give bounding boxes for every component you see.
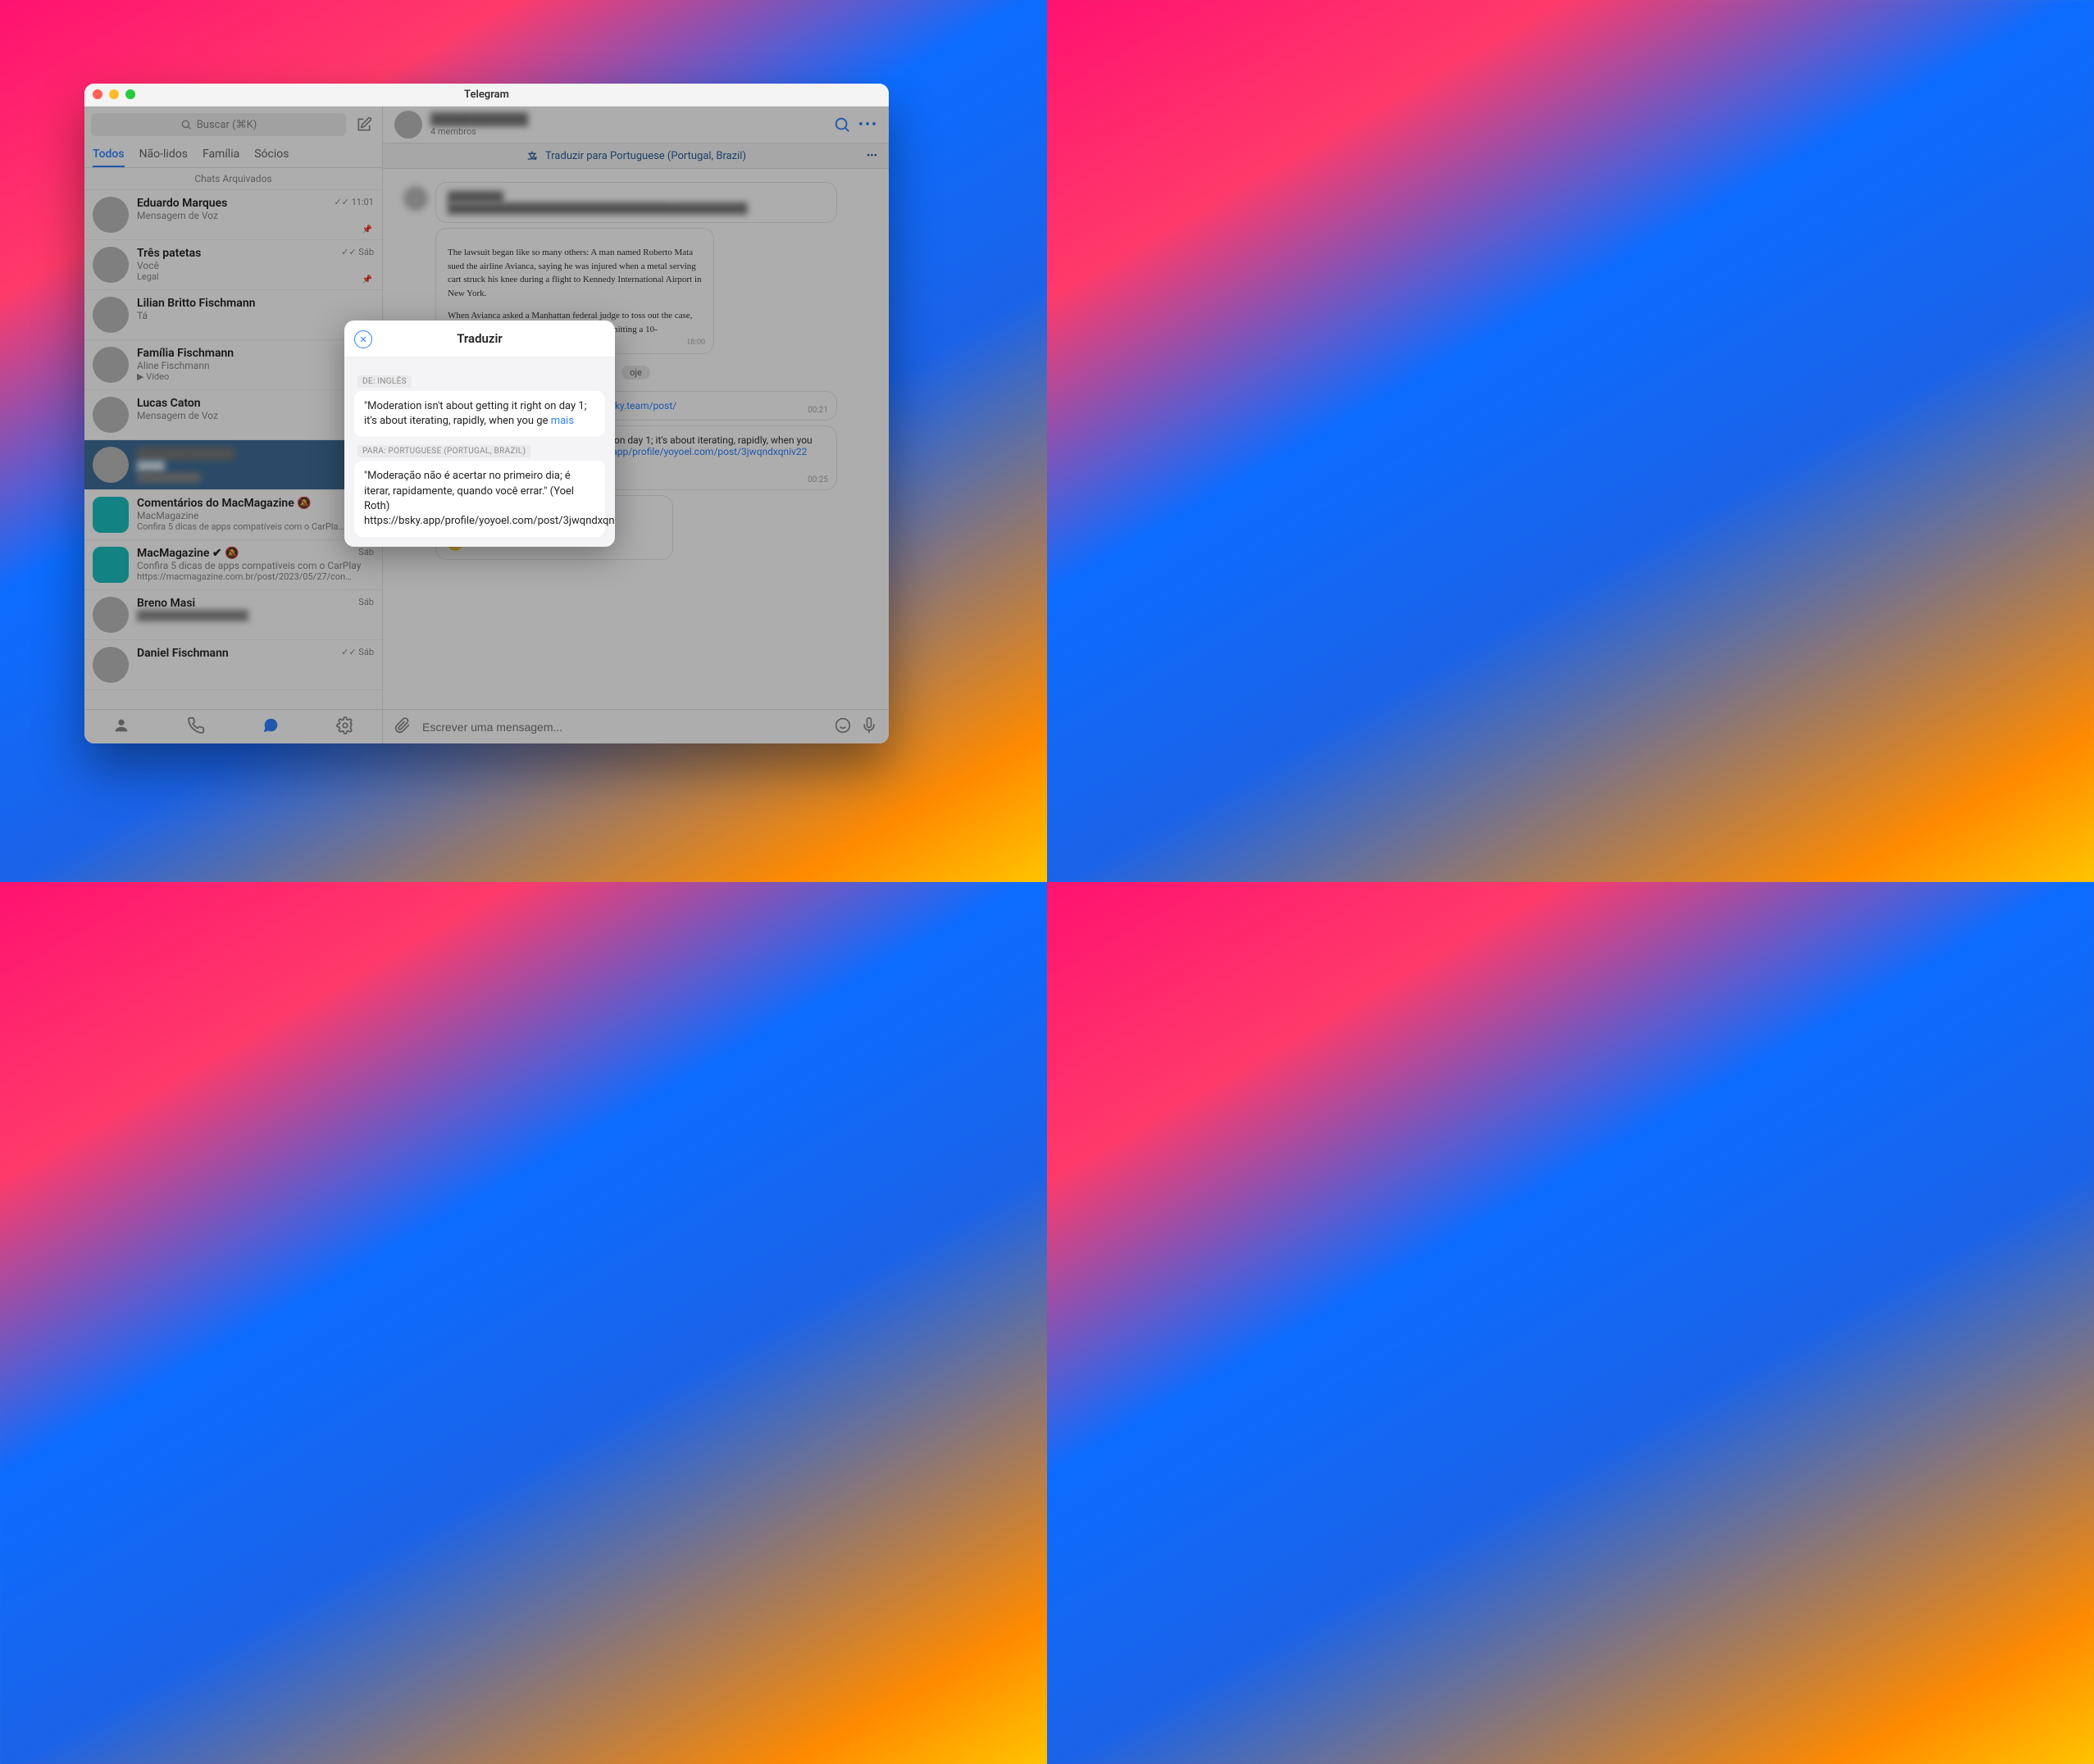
- titlebar: Telegram: [84, 84, 889, 107]
- close-modal-button[interactable]: ✕: [354, 330, 372, 348]
- desktop-wallpaper: Telegram Buscar (⌘K) Todos Não-lidos: [0, 0, 1047, 882]
- to-language-label: PARA: PORTUGUESE (PORTUGAL, BRAZIL): [357, 445, 530, 457]
- modal-header: ✕ Traduzir: [344, 321, 615, 357]
- modal-title: Traduzir: [457, 331, 503, 346]
- app-body: Buscar (⌘K) Todos Não-lidos Família Sóci…: [84, 107, 889, 743]
- target-text: "Moderação não é acertar no primeiro dia…: [364, 470, 615, 527]
- source-text-box[interactable]: "Moderation isn't about getting it right…: [354, 391, 605, 437]
- maximize-window-button[interactable]: [125, 89, 135, 99]
- from-language-label: DE: INGLÊS: [357, 375, 412, 388]
- app-title: Telegram: [464, 89, 509, 101]
- modal-body: DE: INGLÊS "Moderation isn't about getti…: [344, 357, 615, 547]
- target-text-box[interactable]: "Moderação não é acertar no primeiro dia…: [354, 461, 605, 537]
- app-window: Telegram Buscar (⌘K) Todos Não-lidos: [84, 84, 889, 743]
- translate-modal: ✕ Traduzir DE: INGLÊS "Moderation isn't …: [344, 321, 615, 547]
- traffic-lights[interactable]: [93, 89, 135, 99]
- close-window-button[interactable]: [93, 89, 102, 99]
- show-more-button[interactable]: mais: [551, 415, 574, 427]
- minimize-window-button[interactable]: [109, 89, 119, 99]
